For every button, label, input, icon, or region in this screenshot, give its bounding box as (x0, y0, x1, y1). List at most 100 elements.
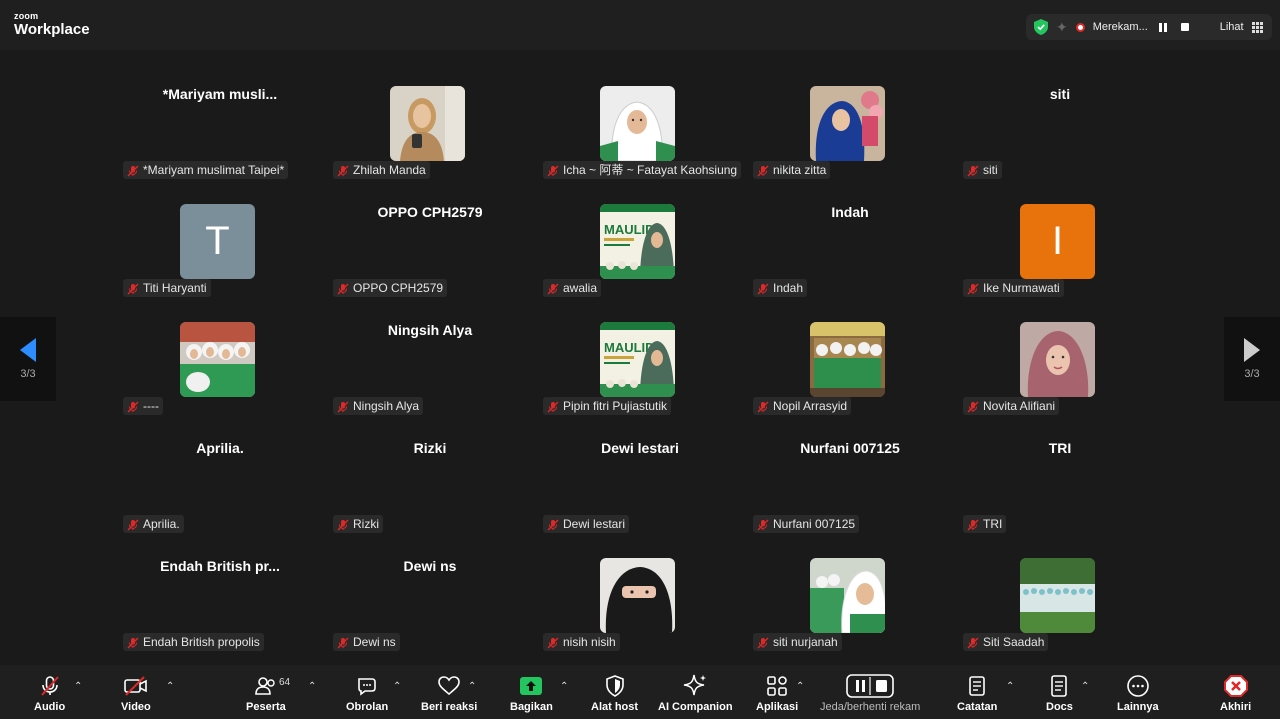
react-button[interactable]: Beri reaksi (421, 673, 477, 713)
participant-display-name: Dewi ns (403, 558, 457, 574)
participant-tile[interactable]: Endah British pr... Endah British propoli… (115, 522, 325, 651)
recording-label: Merekam... (1092, 21, 1148, 33)
participant-name-label: Siti Saadah (963, 633, 1049, 651)
apps-label: Aplikasi (756, 701, 799, 713)
participant-name-label: Endah British propolis (123, 633, 264, 651)
participant-tile[interactable]: Nurfani 007125 Nurfani 007125 (745, 404, 955, 533)
docs-icon (1051, 675, 1068, 697)
participant-name-text: siti nurjanah (773, 635, 838, 649)
video-label: Video (121, 701, 151, 713)
stop-recording-icon[interactable] (1178, 20, 1192, 34)
participant-tile[interactable]: siti nurjanah (745, 522, 955, 651)
participant-tile[interactable]: Novita Alifiani (955, 286, 1165, 415)
participant-tile[interactable]: nikita zitta (745, 50, 955, 179)
ai-companion-button[interactable]: AI Companion (658, 673, 733, 713)
pause-recording-icon[interactable] (1156, 20, 1170, 34)
participant-display-name: TRI (1048, 440, 1072, 456)
chat-options-chevron-icon[interactable]: ⌃ (393, 681, 403, 692)
recording-controls-button[interactable]: Jeda/berhenti rekam (820, 673, 920, 713)
recording-controls-label: Jeda/berhenti rekam (820, 701, 921, 713)
apps-options-chevron-icon[interactable]: ⌃ (796, 681, 806, 692)
meeting-toolbar: Audio ⌃ Video ⌃ Peserta 64 ⌃ Obrolan ⌃ B… (0, 665, 1280, 719)
page-indicator-right: 3/3 (1244, 368, 1260, 380)
audio-button[interactable]: Audio (34, 673, 65, 713)
participant-tile[interactable]: Zhilah Manda (325, 50, 535, 179)
participant-tile[interactable]: siti siti (955, 50, 1165, 179)
photo-large-group-outdoor (1020, 558, 1095, 633)
photo-woman-blue-hijab (810, 86, 885, 161)
video-off-icon (124, 676, 147, 696)
top-bar: zoom Workplace ✦ Merekam... Lihat (0, 0, 1280, 50)
logo-brand: zoom (14, 11, 39, 21)
participant-display-name: Dewi lestari (601, 440, 679, 456)
photo-woman-beige (390, 86, 465, 161)
record-dot-icon (1075, 22, 1085, 32)
react-options-chevron-icon[interactable]: ⌃ (468, 681, 478, 692)
share-button[interactable]: Bagikan (510, 673, 553, 713)
page-indicator-left: 3/3 (20, 368, 36, 380)
notes-options-chevron-icon[interactable]: ⌃ (1006, 681, 1016, 692)
ai-companion-label: AI Companion (658, 701, 733, 713)
host-shield-icon (605, 675, 624, 697)
host-tools-label: Alat host (591, 701, 639, 713)
share-label: Bagikan (510, 701, 553, 713)
view-button[interactable]: Lihat (1220, 21, 1244, 33)
more-button[interactable]: Lainnya (1117, 673, 1159, 713)
participant-tile[interactable]: Rizki Rizki (325, 404, 535, 533)
participant-tile[interactable]: T Titi Haryanti (115, 168, 325, 297)
participant-tile[interactable]: Nopil Arrasyid (745, 286, 955, 415)
logo-product: Workplace (14, 21, 90, 38)
participants-count: 64 (279, 677, 291, 688)
grid-view-icon[interactable] (1251, 21, 1263, 33)
docs-options-chevron-icon[interactable]: ⌃ (1081, 681, 1091, 692)
chat-button[interactable]: Obrolan (346, 673, 388, 713)
photo-maulid-poster: MAULID (600, 204, 675, 279)
participant-name-label: nisih nisih (543, 633, 620, 651)
host-tools-button[interactable]: Alat host (591, 673, 638, 713)
participant-name-text: nisih nisih (563, 635, 616, 649)
participant-tile[interactable]: Ningsih Alya Ningsih Alya (325, 286, 535, 415)
participant-tile[interactable]: MAULID Pipin fitri Pujiastutik (535, 286, 745, 415)
next-page-button[interactable]: 3/3 (1224, 317, 1280, 401)
microphone-muted-icon (337, 636, 349, 649)
participant-tile[interactable]: OPPO CPH2579 OPPO CPH2579 (325, 168, 535, 297)
participant-name-label: Dewi ns (333, 633, 400, 651)
apps-icon (767, 676, 787, 696)
participants-options-chevron-icon[interactable]: ⌃ (308, 681, 318, 692)
participant-name-label: siti nurjanah (753, 633, 842, 651)
end-meeting-label: Akhiri (1220, 701, 1252, 713)
participant-tile[interactable]: Indah Indah (745, 168, 955, 297)
microphone-muted-icon (127, 636, 139, 649)
apps-button[interactable]: Aplikasi (756, 673, 798, 713)
previous-page-button[interactable]: 3/3 (0, 317, 56, 401)
participant-tile[interactable]: MAULID awalia (535, 168, 745, 297)
shield-icon[interactable] (1034, 19, 1048, 35)
photo-maulid-poster: MAULID (600, 322, 675, 397)
participant-tile[interactable]: Aprilia. Aprilia. (115, 404, 325, 533)
participant-tile[interactable]: *Mariyam musli... *Mariyam muslimat Taipe… (115, 50, 325, 179)
share-options-chevron-icon[interactable]: ⌃ (560, 681, 570, 692)
photo-woman-pink-hijab (1020, 322, 1095, 397)
audio-options-chevron-icon[interactable]: ⌃ (74, 681, 84, 692)
chat-icon (358, 678, 376, 696)
participant-display-name: *Mariyam musli... (162, 86, 278, 102)
participant-tile[interactable]: Dewi ns Dewi ns (325, 522, 535, 651)
participant-tile[interactable]: ---- (115, 286, 325, 415)
microphone-muted-icon (967, 636, 979, 649)
video-button[interactable]: Video (121, 673, 151, 713)
more-label: Lainnya (1117, 701, 1159, 713)
video-options-chevron-icon[interactable]: ⌃ (166, 681, 176, 692)
photo-group-green (180, 322, 255, 397)
participant-tile[interactable]: I Ike Nurmawati (955, 168, 1165, 297)
docs-button[interactable]: Docs (1046, 673, 1073, 713)
participant-tile[interactable]: nisih nisih (535, 522, 745, 651)
participant-tile[interactable]: Siti Saadah (955, 522, 1165, 651)
participant-tile[interactable]: Dewi lestari Dewi lestari (535, 404, 745, 533)
participant-tile[interactable]: TRI TRI (955, 404, 1165, 533)
pause-stop-recording-icon (846, 674, 894, 698)
photo-woman-niqab (600, 558, 675, 633)
end-meeting-button[interactable]: Akhiri (1220, 673, 1251, 713)
participant-tile[interactable]: Icha ~ 阿蒂 ~ Fatayat Kaohsiung (535, 50, 745, 179)
ai-sparkle-icon[interactable]: ✦ (1056, 19, 1068, 36)
notes-button[interactable]: Catatan (957, 673, 997, 713)
